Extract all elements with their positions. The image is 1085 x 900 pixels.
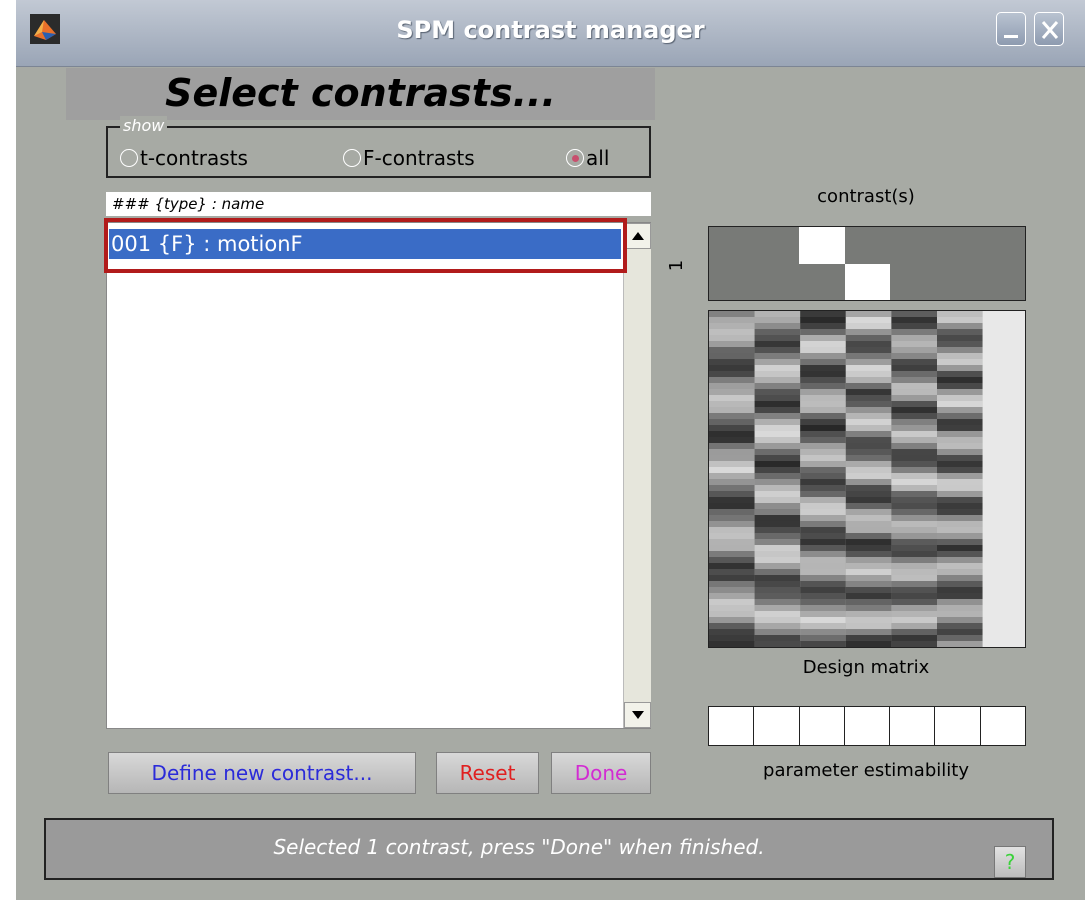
vertical-scrollbar[interactable] bbox=[623, 223, 651, 728]
title-bar[interactable]: SPM contrast manager bbox=[16, 0, 1085, 67]
estimability-cell bbox=[890, 707, 936, 745]
contrast-cell bbox=[845, 264, 890, 300]
selection-highlight-outline bbox=[104, 218, 627, 273]
radio-all[interactable]: all bbox=[566, 146, 609, 170]
radio-f-contrasts[interactable]: F-contrasts bbox=[343, 146, 475, 170]
show-filter-group: show t-contrasts F-contrasts all bbox=[106, 116, 651, 178]
design-matrix-label: Design matrix bbox=[802, 657, 930, 678]
design-matrix-graphic bbox=[709, 311, 1025, 648]
estimability-cell bbox=[799, 707, 845, 745]
page-title: Select contrasts... bbox=[165, 71, 556, 115]
arrow-down-icon bbox=[632, 711, 644, 719]
status-text: Selected 1 contrast, press "Done" when f… bbox=[273, 835, 765, 859]
status-bar: Selected 1 contrast, press "Done" when f… bbox=[44, 818, 1054, 880]
heading-panel: Select contrasts... bbox=[66, 68, 655, 120]
contrast-cell bbox=[799, 227, 845, 264]
scroll-down-button[interactable] bbox=[624, 702, 651, 728]
design-matrix-image bbox=[708, 310, 1026, 648]
estimability-cell bbox=[980, 707, 1025, 745]
contrast-label: contrast(s) bbox=[817, 186, 915, 207]
window-title: SPM contrast manager bbox=[396, 16, 705, 44]
radio-circle-selected-icon[interactable] bbox=[566, 149, 584, 167]
contrast-list[interactable]: 001 {F} : motionF bbox=[106, 222, 651, 729]
reset-button[interactable]: Reset bbox=[436, 752, 539, 794]
parameter-estimability-grid bbox=[708, 706, 1026, 746]
parameter-estimability-label: parameter estimability bbox=[763, 760, 969, 781]
list-header: ### {type} : name bbox=[106, 192, 651, 216]
close-button[interactable] bbox=[1034, 12, 1064, 46]
minimize-button[interactable] bbox=[996, 12, 1026, 46]
radio-circle-icon[interactable] bbox=[120, 149, 138, 167]
contrast-matrix-image bbox=[708, 226, 1026, 301]
estimability-cell bbox=[709, 707, 755, 745]
close-icon bbox=[1041, 21, 1059, 39]
estimability-cell bbox=[754, 707, 800, 745]
radio-label: all bbox=[586, 146, 610, 170]
done-button[interactable]: Done bbox=[551, 752, 651, 794]
radio-circle-icon[interactable] bbox=[343, 149, 361, 167]
scroll-up-button[interactable] bbox=[624, 223, 651, 249]
define-new-contrast-button[interactable]: Define new contrast... bbox=[108, 752, 416, 794]
minimize-icon bbox=[1004, 35, 1018, 38]
radio-t-contrasts[interactable]: t-contrasts bbox=[120, 146, 248, 170]
radio-label: t-contrasts bbox=[140, 146, 248, 170]
contrast-row-label: 1 bbox=[666, 259, 688, 272]
show-legend: show bbox=[120, 116, 168, 135]
estimability-cell bbox=[844, 707, 891, 745]
help-button[interactable]: ? bbox=[994, 846, 1026, 878]
spm-contrast-manager-window: SPM contrast manager Select contrasts...… bbox=[16, 0, 1085, 900]
arrow-up-icon bbox=[632, 232, 644, 240]
radio-label: F-contrasts bbox=[363, 146, 475, 170]
estimability-cell bbox=[935, 707, 981, 745]
